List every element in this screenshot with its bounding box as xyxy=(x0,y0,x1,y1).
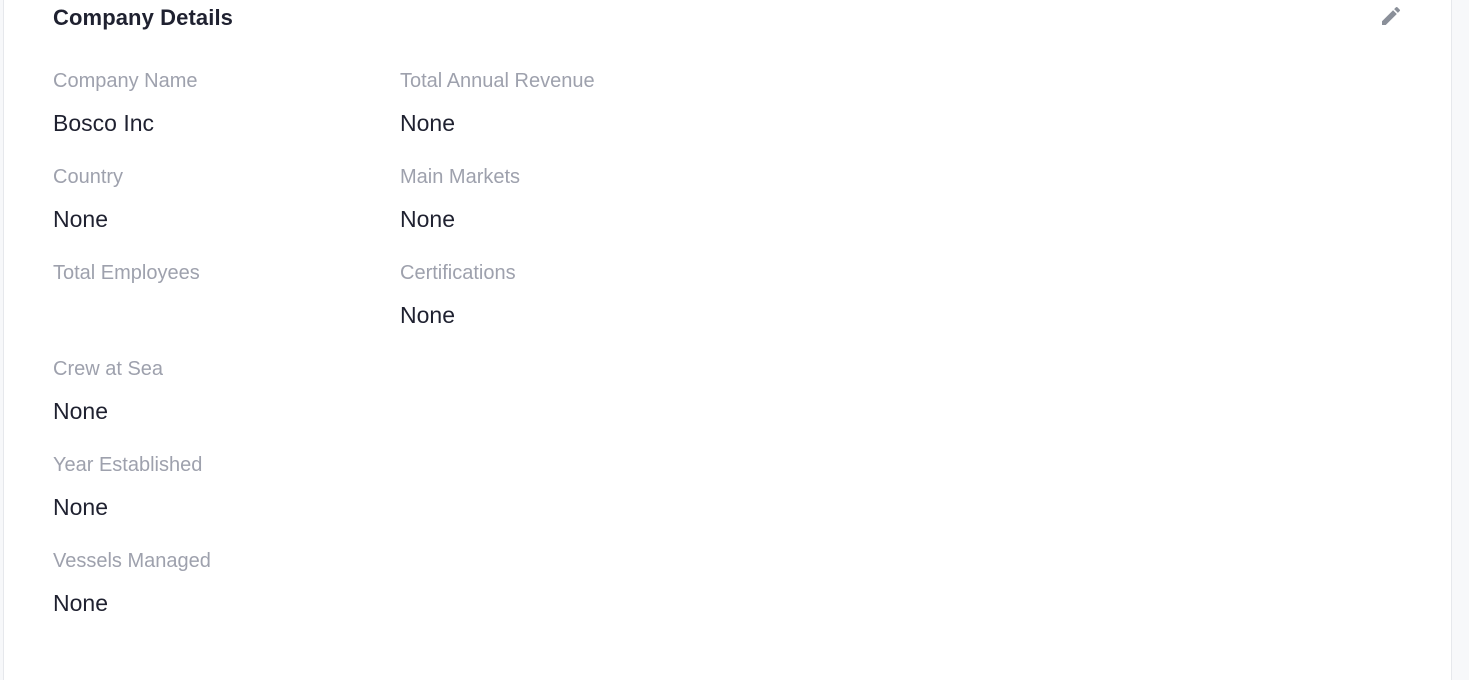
field-label: Total Employees xyxy=(53,262,200,284)
field-value: None xyxy=(53,398,108,424)
pencil-icon xyxy=(1379,4,1403,28)
details-column-left: Company Name Bosco Inc Country None Tota… xyxy=(53,70,400,646)
field-crew-at-sea: Crew at Sea None xyxy=(53,358,400,454)
field-vessels-managed: Vessels Managed None xyxy=(53,550,400,646)
field-label: Total Annual Revenue xyxy=(400,70,595,92)
field-total-annual-revenue: Total Annual Revenue None xyxy=(400,70,800,166)
company-details-card: Company Details Company Name Bosco Inc C… xyxy=(3,0,1452,680)
field-label: Certifications xyxy=(400,262,516,284)
field-value: None xyxy=(53,206,108,232)
field-label: Crew at Sea xyxy=(53,358,164,380)
details-grid: Company Name Bosco Inc Country None Tota… xyxy=(53,70,800,646)
card-title: Company Details xyxy=(53,5,233,30)
field-total-employees: Total Employees xyxy=(53,262,400,358)
field-year-established: Year Established None xyxy=(53,454,400,550)
details-column-right: Total Annual Revenue None Main Markets N… xyxy=(400,70,800,646)
field-value: None xyxy=(53,590,108,616)
field-label: Main Markets xyxy=(400,166,521,188)
field-value: Bosco Inc xyxy=(53,110,154,136)
field-label: Company Name xyxy=(53,70,198,92)
field-label: Year Established xyxy=(53,454,203,476)
field-value: None xyxy=(400,206,455,232)
field-country: Country None xyxy=(53,166,400,262)
field-label: Country xyxy=(53,166,124,188)
edit-button[interactable] xyxy=(1377,2,1405,30)
field-certifications: Certifications None xyxy=(400,262,800,358)
field-company-name: Company Name Bosco Inc xyxy=(53,70,400,166)
field-value: None xyxy=(400,302,455,328)
field-main-markets: Main Markets None xyxy=(400,166,800,262)
field-value: None xyxy=(400,110,455,136)
field-value: None xyxy=(53,494,108,520)
field-label: Vessels Managed xyxy=(53,550,211,572)
